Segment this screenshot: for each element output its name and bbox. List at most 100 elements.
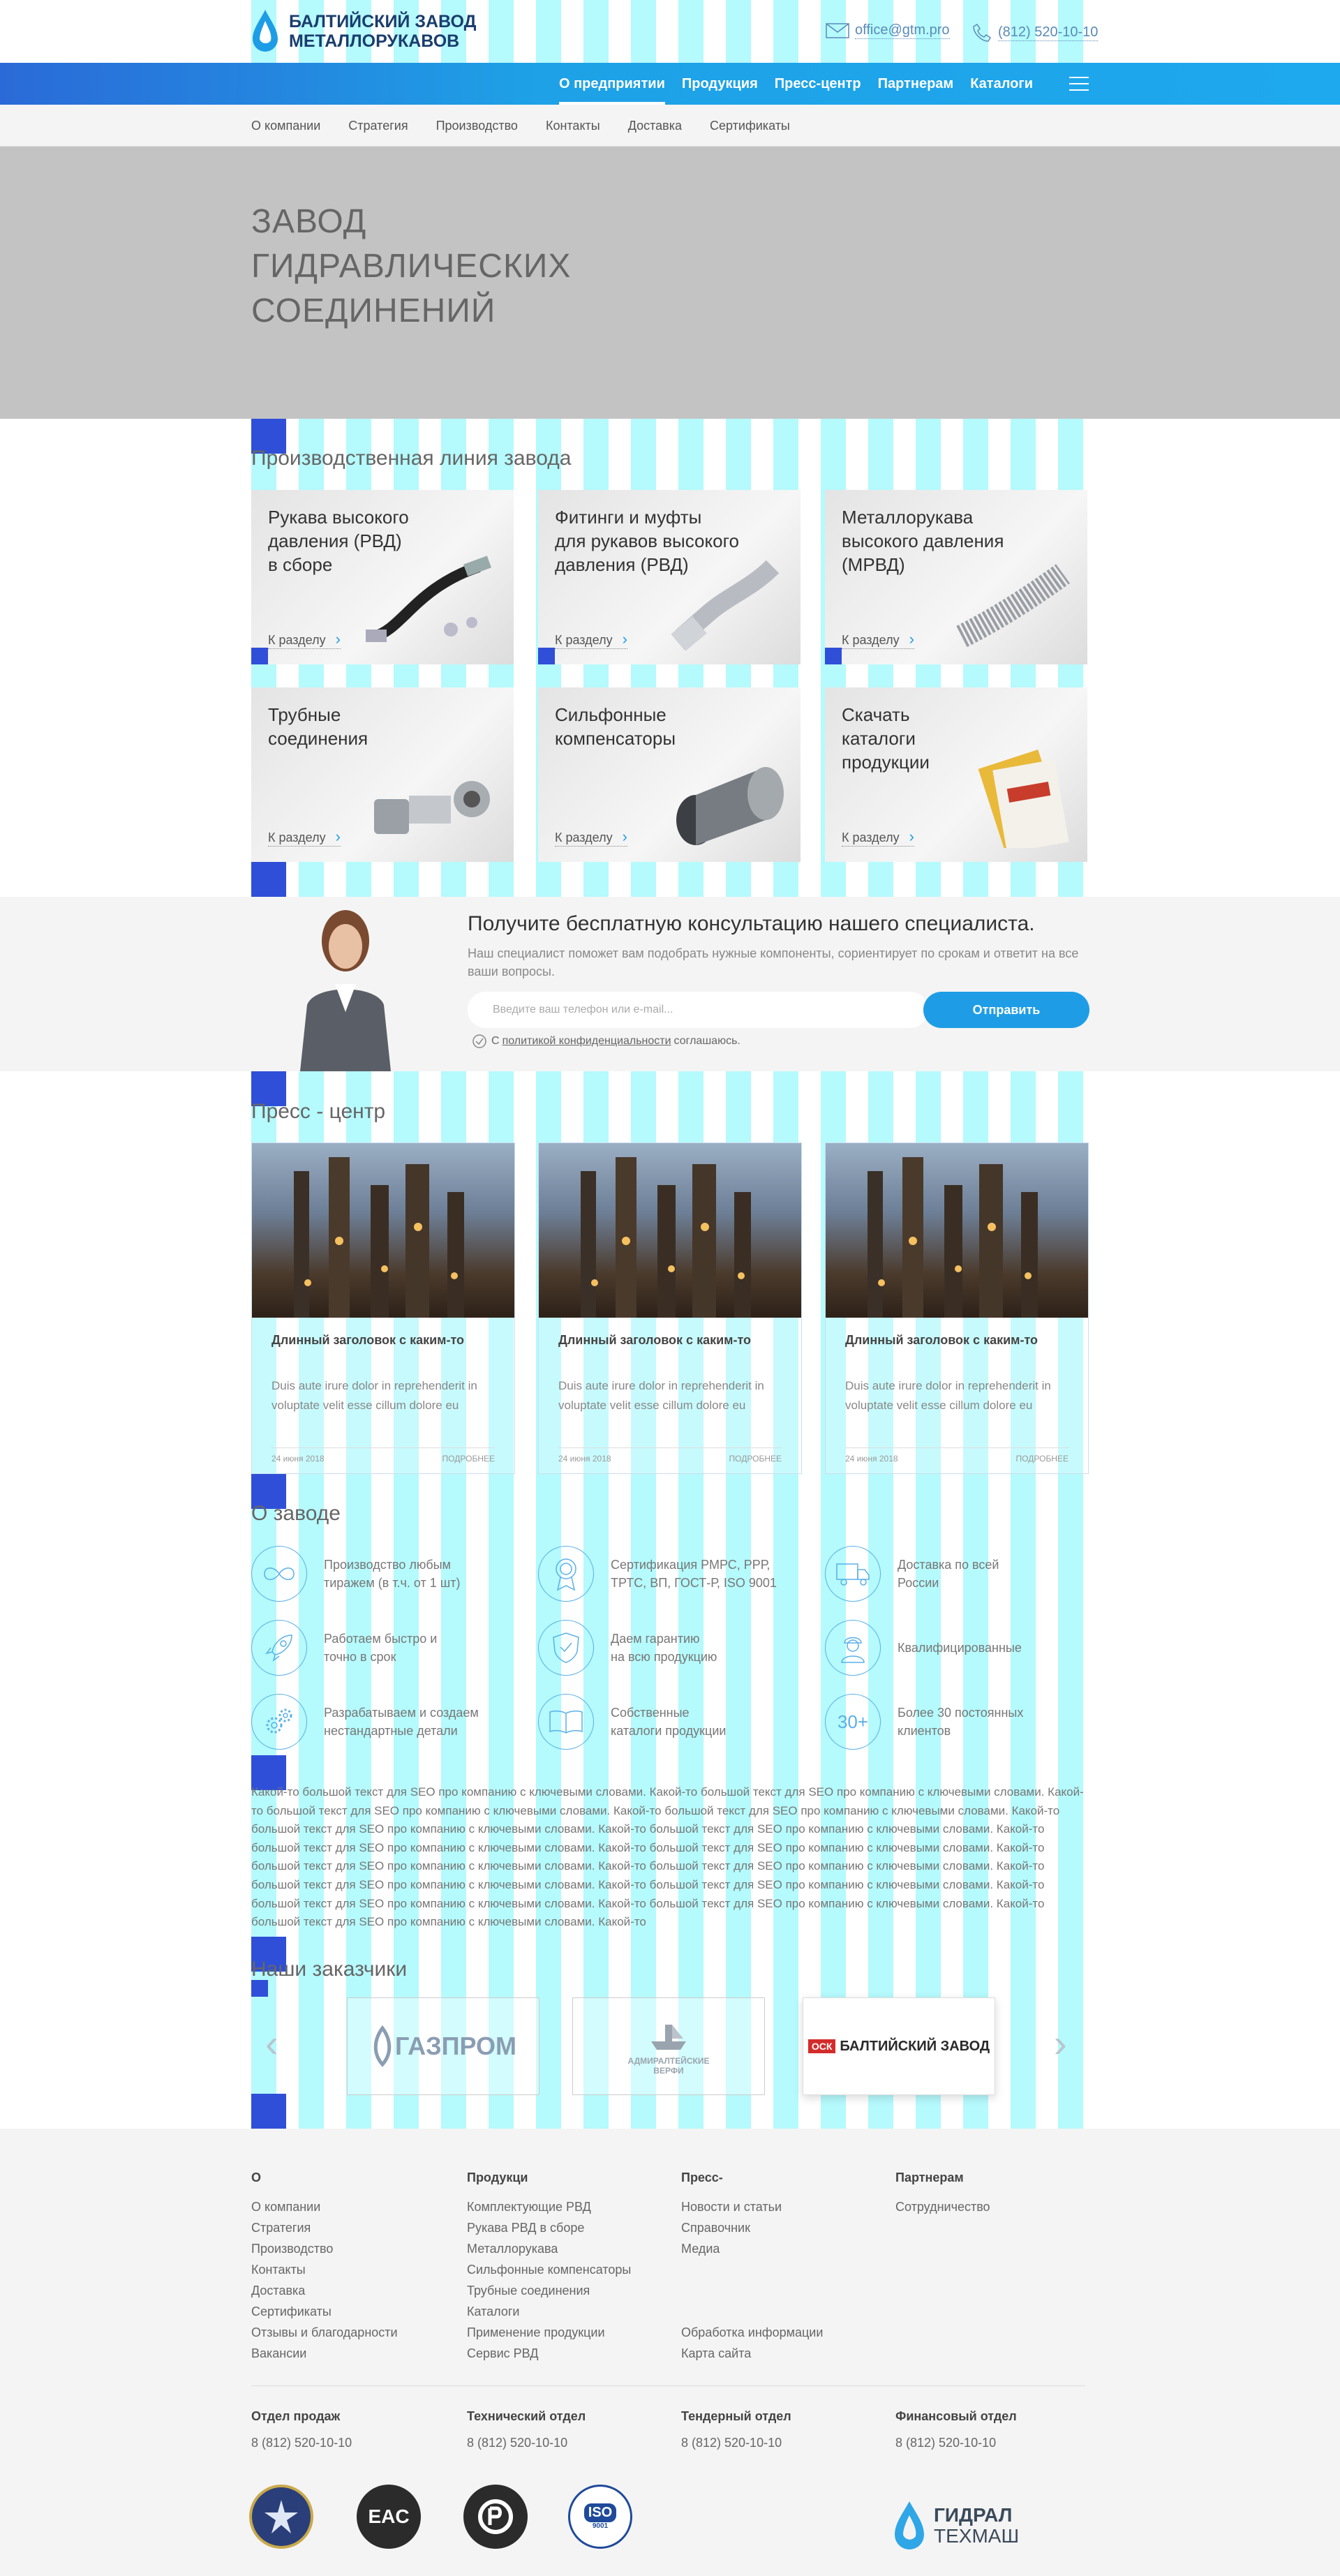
news-title[interactable]: Длинный заголовок с каким-то <box>558 1333 751 1348</box>
contact-input[interactable]: Введите ваш телефон или e-mail... <box>468 992 928 1028</box>
nav-item-catalogs[interactable]: Каталоги <box>970 63 1033 105</box>
clients-title: Наши заказчики <box>251 1958 408 1981</box>
product-more-link[interactable]: К разделу <box>268 828 341 847</box>
client-logo-baltic-plant[interactable]: ОСК БАЛТИЙСКИЙ ЗАВОД <box>803 1997 995 2095</box>
footer-link[interactable]: Справочник <box>681 2217 823 2238</box>
press-title: Пресс - центр <box>251 1100 386 1123</box>
footer-link[interactable]: Производство <box>251 2238 398 2259</box>
footer-link[interactable]: Медиа <box>681 2238 823 2259</box>
nav-item-partners[interactable]: Партнерам <box>878 63 954 105</box>
footer-phone[interactable]: 8 (812) 520-10-10 <box>251 2432 352 2453</box>
send-button[interactable]: Отправить <box>923 992 1089 1028</box>
header-phone[interactable]: (812) 520-10-10 <box>972 22 1099 43</box>
book-icon <box>538 1694 594 1750</box>
logo-text: БАЛТИЙСКИЙ ЗАВОД МЕТАЛЛОРУКАВОВ <box>289 12 476 51</box>
menu-burger-icon[interactable] <box>1050 63 1089 105</box>
news-date: 24 июня 2018 <box>845 1454 898 1464</box>
nav-item-about[interactable]: О предприятии <box>558 63 665 105</box>
logo-line-1: БАЛТИЙСКИЙ ЗАВОД <box>289 12 477 31</box>
product-card-bellows[interactable]: Сильфонные компенсаторы К разделу <box>538 687 801 862</box>
seo-text: Какой-то большой текст для SEO про компа… <box>251 1785 1084 1929</box>
product-more-link[interactable]: К разделу <box>842 630 914 649</box>
product-more-link[interactable]: К разделу <box>268 630 341 649</box>
feature-item: Даем гарантию на всю продукцию <box>538 1620 785 1676</box>
subnav-item-contacts[interactable]: Контакты <box>546 119 600 133</box>
subnav-item-company[interactable]: О компании <box>251 119 320 133</box>
footer-link[interactable]: Комплектующие РВД <box>467 2196 631 2217</box>
privacy-agreement[interactable]: С политикой конфиденциальности соглашаюс… <box>472 1034 740 1049</box>
site-logo[interactable]: БАЛТИЙСКИЙ ЗАВОД МЕТАЛЛОРУКАВОВ <box>251 8 476 54</box>
engineer-icon <box>825 1620 881 1676</box>
cert-rst-icon <box>463 2485 528 2549</box>
footer-brand-logo[interactable]: ГИДРАЛ ТЕХМАШ <box>893 2500 1019 2552</box>
footer-link[interactable]: Рукава РВД в сборе <box>467 2217 631 2238</box>
news-card[interactable]: Длинный заголовок с каким-то Duis aute i… <box>538 1142 802 1474</box>
feature-item: Собственные каталоги продукции <box>538 1694 785 1750</box>
subnav-item-production[interactable]: Производство <box>436 119 518 133</box>
footer-link[interactable]: Стратегия <box>251 2217 398 2238</box>
footer-link[interactable]: Сильфонные компенсаторы <box>467 2259 631 2280</box>
news-more-link[interactable]: ПОДРОБНЕЕ <box>729 1454 782 1464</box>
nav-item-products[interactable]: Продукция <box>682 63 758 105</box>
footer-link[interactable]: Применение продукции <box>467 2322 631 2343</box>
feature-item: Сертификация РМРС, РРР, ТРТС, ВП, ГОСТ-Р,… <box>538 1546 785 1602</box>
catalog-image-icon <box>978 750 1069 848</box>
news-title[interactable]: Длинный заголовок с каким-то <box>845 1333 1038 1348</box>
site-footer <box>0 2129 1340 2576</box>
news-card[interactable]: Длинный заголовок с каким-то Duis aute i… <box>251 1142 515 1474</box>
footer-phone[interactable]: 8 (812) 520-10-10 <box>895 2432 1017 2453</box>
product-card-metal-hose[interactable]: Металлорукава высокого давления (МРВД) К р… <box>825 490 1087 664</box>
footer-phone[interactable]: 8 (812) 520-10-10 <box>467 2432 586 2453</box>
footer-phone[interactable]: 8 (812) 520-10-10 <box>681 2432 791 2453</box>
client-logo-admiralty[interactable]: АДМИРАЛТЕЙСКИЕ ВЕРФИ <box>572 1997 765 2095</box>
product-card-pipe-fittings[interactable]: Трубные соединения К разделу <box>251 687 514 862</box>
news-card[interactable]: Длинный заголовок с каким-то Duis aute i… <box>825 1142 1089 1474</box>
grid-marker <box>251 1980 268 1997</box>
footer-link[interactable]: Каталоги <box>467 2301 631 2322</box>
product-more-link[interactable]: К разделу <box>555 828 627 847</box>
privacy-policy-link[interactable]: политикой конфиденциальности <box>502 1035 671 1048</box>
footer-link[interactable]: О компании <box>251 2196 398 2217</box>
footer-link[interactable]: Доставка <box>251 2280 398 2301</box>
feature-item: Доставка по всей России <box>825 1546 1072 1602</box>
clients-next-arrow[interactable]: › <box>1054 2020 1067 2066</box>
header-email[interactable]: office@gtm.pro <box>826 22 950 39</box>
subnav-item-strategy[interactable]: Стратегия <box>348 119 408 133</box>
cert-eac-icon: EAC <box>357 2485 421 2549</box>
footer-link[interactable]: Контакты <box>251 2259 398 2280</box>
footer-link[interactable]: Обработка информации <box>681 2322 823 2343</box>
footer-link[interactable]: Сотрудничество <box>895 2196 990 2217</box>
footer-col-products: Продукци Комплектующие РВД Рукава РВД в … <box>467 2171 631 2364</box>
footer-link[interactable]: Металлорукава <box>467 2238 631 2259</box>
footer-link[interactable]: Новости и статьи <box>681 2196 823 2217</box>
grid-marker <box>538 648 555 664</box>
main-nav: О предприятии Продукция Пресс-центр Парт… <box>0 63 1340 105</box>
gazprom-flame-icon <box>373 2025 392 2067</box>
delivery-truck-icon <box>825 1546 881 1602</box>
logo-drop-icon <box>253 10 278 52</box>
footer-link[interactable]: Сервис РВД <box>467 2343 631 2364</box>
clients-prev-arrow[interactable]: ‹ <box>265 2020 278 2066</box>
rocket-icon <box>251 1620 307 1676</box>
footer-link[interactable]: Отзывы и благодарности <box>251 2322 398 2343</box>
footer-link[interactable]: Вакансии <box>251 2343 398 2364</box>
gears-icon <box>251 1694 307 1750</box>
subnav-item-certificates[interactable]: Сертификаты <box>710 119 790 133</box>
news-title[interactable]: Длинный заголовок с каким-то <box>271 1333 464 1348</box>
product-card-rvd[interactable]: Рукава высокого давления (РВД) в сборе К р… <box>251 490 514 664</box>
client-logo-gazprom[interactable]: ГАЗПРОМ <box>347 1997 539 2095</box>
nav-item-press[interactable]: Пресс-центр <box>775 63 861 105</box>
footer-link[interactable]: Трубные соединения <box>467 2280 631 2301</box>
subnav-item-delivery[interactable]: Доставка <box>628 119 682 133</box>
news-more-link[interactable]: ПОДРОБНЕЕ <box>1016 1454 1069 1464</box>
brand-drop-icon <box>895 2501 924 2549</box>
footer-link[interactable]: Сертификаты <box>251 2301 398 2322</box>
news-image <box>539 1143 801 1318</box>
product-more-link[interactable]: К разделу <box>555 630 627 649</box>
product-more-link[interactable]: К разделу <box>842 828 914 847</box>
product-card-fittings[interactable]: Фитинги и муфты для рукавов высокого давле… <box>538 490 801 664</box>
product-card-catalogs[interactable]: Скачать каталоги продукции К разделу <box>825 687 1087 862</box>
news-more-link[interactable]: ПОДРОБНЕЕ <box>442 1454 495 1464</box>
certificate-medal-icon <box>538 1546 594 1602</box>
footer-link[interactable]: Карта сайта <box>681 2343 823 2364</box>
